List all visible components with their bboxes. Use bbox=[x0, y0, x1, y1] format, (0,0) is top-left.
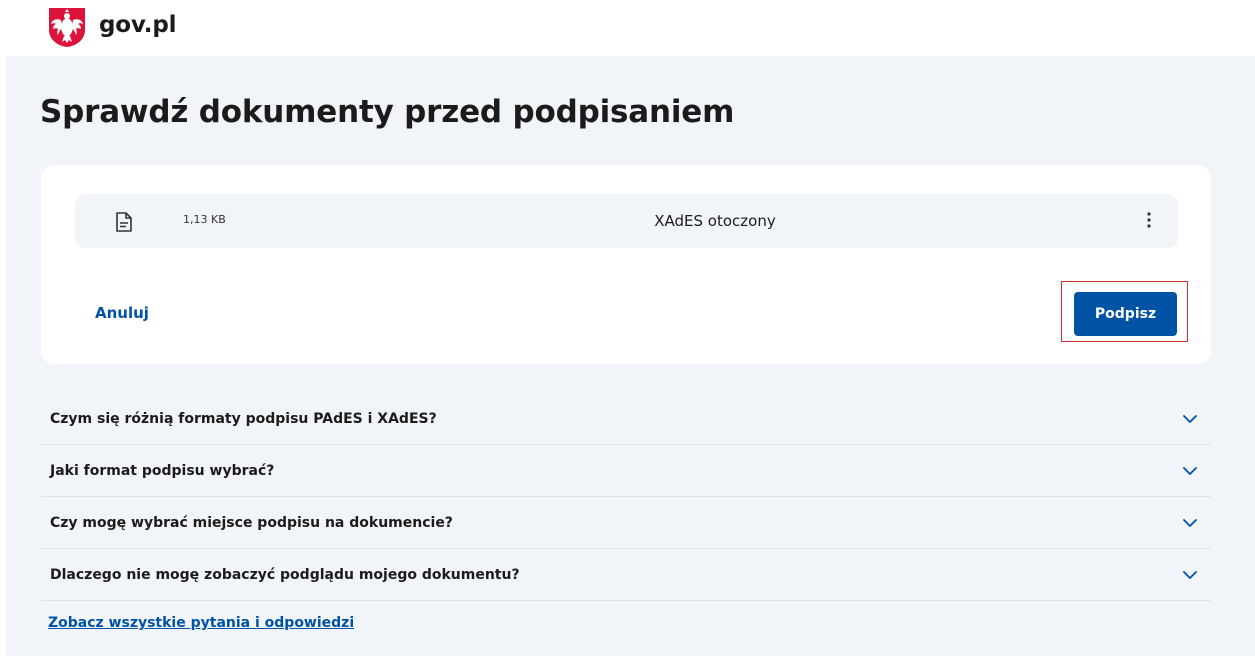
faq-question: Jaki format podpisu wybrać? bbox=[50, 462, 275, 479]
chevron-down-icon bbox=[1183, 414, 1197, 423]
document-format: XAdES otoczony bbox=[654, 212, 776, 230]
cancel-button[interactable]: Anuluj bbox=[95, 304, 149, 322]
faq-question: Czym się różnią formaty podpisu PAdES i … bbox=[50, 410, 437, 427]
all-faq-link[interactable]: Zobacz wszystkie pytania i odpowiedzi bbox=[48, 615, 354, 631]
faq-question: Czy mogę wybrać miejsce podpisu na dokum… bbox=[50, 514, 453, 531]
faq-item[interactable]: Jaki format podpisu wybrać? bbox=[41, 445, 1211, 497]
chevron-down-icon bbox=[1183, 466, 1197, 475]
page-title: Sprawdź dokumenty przed podpisaniem bbox=[40, 94, 735, 130]
top-bar: gov.pl bbox=[0, 0, 1255, 56]
polish-eagle-emblem-icon[interactable] bbox=[46, 6, 88, 48]
document-size: 1,13 KB bbox=[183, 213, 226, 226]
chevron-down-icon bbox=[1183, 570, 1197, 579]
chevron-down-icon bbox=[1183, 518, 1197, 527]
faq-item[interactable]: Czy mogę wybrać miejsce podpisu na dokum… bbox=[41, 497, 1211, 549]
brand-logo-text[interactable]: gov.pl bbox=[99, 12, 176, 38]
faq-question: Dlaczego nie mogę zobaczyć podglądu moje… bbox=[50, 566, 520, 583]
faq-item[interactable]: Dlaczego nie mogę zobaczyć podglądu moje… bbox=[41, 549, 1211, 601]
more-vertical-icon[interactable] bbox=[1139, 208, 1159, 232]
faq-item[interactable]: Czym się różnią formaty podpisu PAdES i … bbox=[41, 393, 1211, 445]
document-icon bbox=[116, 212, 132, 232]
sign-button[interactable]: Podpisz bbox=[1074, 292, 1177, 336]
